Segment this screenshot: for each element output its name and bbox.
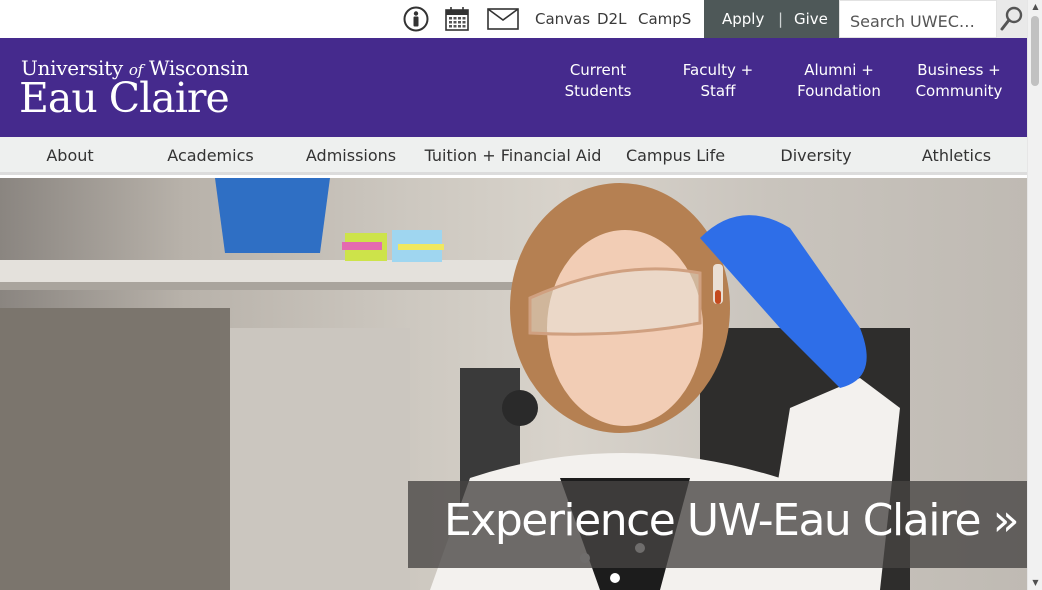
vertical-scrollbar[interactable]: ▲ ▼ [1027,0,1042,590]
nav-item-about[interactable]: About [0,137,140,175]
audience-line: Faculty + [682,61,754,79]
canvas-link[interactable]: Canvas [535,0,590,38]
audience-line: Foundation [797,82,881,100]
audience-link-business-community[interactable]: Business + Community [899,60,1019,102]
scroll-down-arrow-icon[interactable]: ▼ [1028,576,1042,590]
audience-link-faculty-staff[interactable]: Faculty + Staff [658,60,778,102]
audience-link-current-students[interactable]: Current Students [538,60,658,102]
search-input[interactable] [848,7,992,35]
audience-line: Community [915,82,1003,100]
audience-line: Staff [700,82,736,100]
nav-item-tuition-financial-aid[interactable]: Tuition + Financial Aid [421,137,605,175]
nav-item-admissions[interactable]: Admissions [281,137,421,175]
calendar-icon[interactable] [444,5,470,33]
apply-give-group: Apply | Give [704,0,839,38]
search-box [839,0,997,38]
site-header: University of Wisconsin Eau Claire Curre… [0,38,1027,137]
search-button[interactable] [997,0,1027,38]
scroll-up-arrow-icon[interactable]: ▲ [1028,0,1042,14]
hero-image[interactable]: Experience UW-Eau Claire » [0,178,1027,590]
hero-caption[interactable]: Experience UW-Eau Claire » [408,481,1027,568]
nav-item-academics[interactable]: Academics [140,137,281,175]
camps-link[interactable]: CampS [638,0,691,38]
d2l-link[interactable]: D2L [597,0,626,38]
audience-line: Current [569,61,627,79]
accessibility-icon[interactable] [402,5,430,33]
audience-line: Alumni + [804,61,874,79]
nav-item-athletics[interactable]: Athletics [886,137,1027,175]
nav-item-diversity[interactable]: Diversity [746,137,886,175]
search-icon [1000,6,1023,31]
main-nav: About Academics Admissions Tuition + Fin… [0,137,1027,175]
page: Canvas D2L CampS Apply | Give University… [0,0,1027,590]
audience-link-alumni-foundation[interactable]: Alumni + Foundation [779,60,899,102]
nav-item-campus-life[interactable]: Campus Life [605,137,746,175]
utility-bar: Canvas D2L CampS Apply | Give [0,0,1027,38]
give-link[interactable]: Give [794,0,828,38]
audience-line: Business + [917,61,1001,79]
scroll-thumb[interactable] [1031,16,1039,86]
audience-line: Students [564,82,632,100]
apply-link[interactable]: Apply [722,0,764,38]
mail-icon[interactable] [486,5,520,33]
hero-caption-text: Experience UW-Eau Claire » [444,495,1020,546]
logo-line-2: Eau Claire [19,74,230,122]
apply-give-separator: | [778,10,784,28]
